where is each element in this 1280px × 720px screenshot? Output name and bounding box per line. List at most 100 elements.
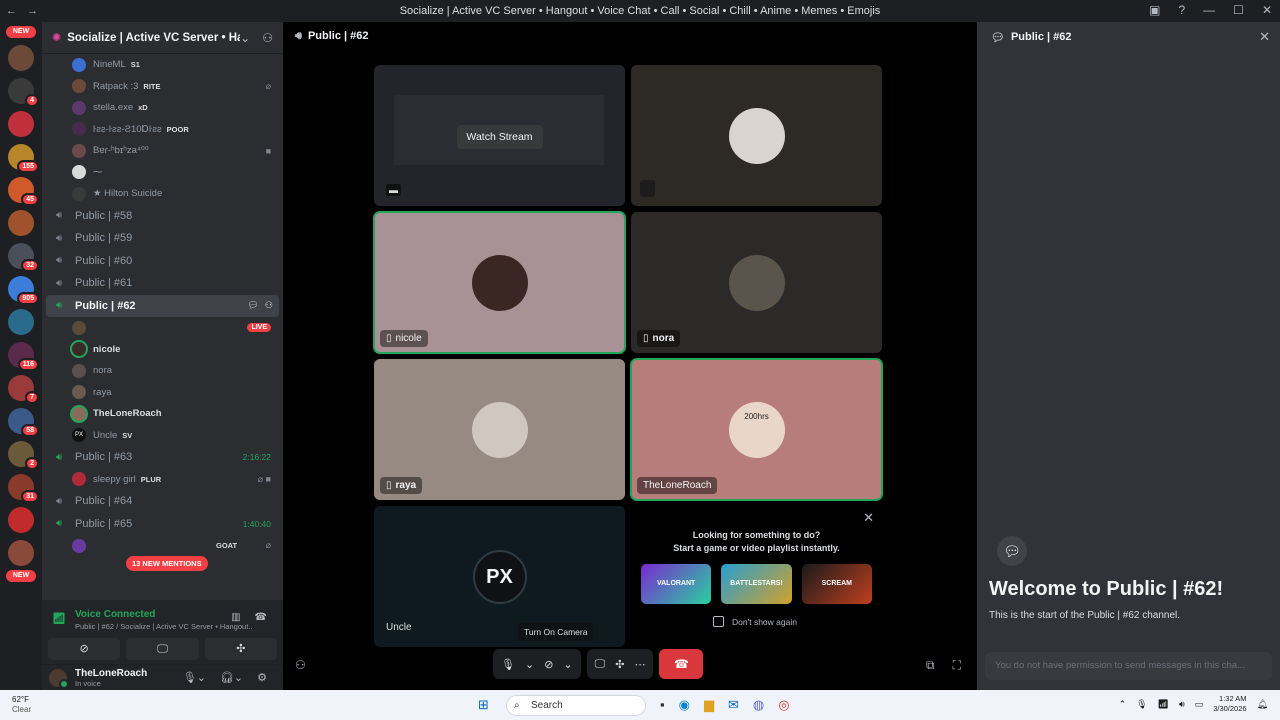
clock[interactable]: 1:32 AM 3/30/2026 <box>1213 694 1246 714</box>
chevron-up-icon[interactable]: ⌃ <box>1119 699 1127 710</box>
server-icon[interactable] <box>8 507 34 533</box>
more-options-icon[interactable]: ⋯ <box>634 658 645 671</box>
server-icon[interactable]: 4 <box>8 78 39 107</box>
participant-tile-raya[interactable]: ▯ raya <box>374 359 625 500</box>
settings-gear-icon[interactable]: ⚙ <box>257 671 267 684</box>
voice-user[interactable]: stella.exe xD <box>42 97 283 119</box>
voice-user[interactable]: nicole <box>42 339 283 361</box>
chat-icon[interactable]: 💬︎ <box>247 300 258 311</box>
chrome-icon[interactable]: ◎ <box>778 697 789 713</box>
voice-channel-59[interactable]: 🔊︎ Public | #59 <box>46 227 279 250</box>
mail-icon[interactable]: ✉ <box>728 697 739 713</box>
checkbox[interactable] <box>713 616 724 627</box>
server-icon[interactable] <box>8 111 34 137</box>
watch-stream-button[interactable]: Watch Stream <box>456 125 543 149</box>
taskbar-search[interactable]: Search <box>506 695 646 716</box>
voice-location[interactable]: Public | #62 / Socialize | Active VC Ser… <box>75 622 253 631</box>
discord-icon[interactable]: ◍ <box>753 697 764 713</box>
volume-icon[interactable]: 🔊︎ <box>1179 699 1185 710</box>
participant-tile-nora[interactable]: ▯ nora <box>631 212 882 353</box>
notification-icon[interactable]: 🔔︎ <box>1257 699 1268 710</box>
voice-user[interactable]: raya <box>42 382 283 404</box>
server-icon[interactable] <box>8 309 34 335</box>
screen-share-button[interactable]: 🖵︎ <box>126 638 199 660</box>
pop-out-icon[interactable]: ⧉ <box>926 658 935 673</box>
voice-channel-62[interactable]: 🔊︎ Public | #62 💬︎ ⚇ <box>46 294 279 317</box>
participant-tile-theloneroach[interactable]: 200hrs TheLoneRoach <box>630 358 883 501</box>
server-icon[interactable] <box>8 45 34 71</box>
participant-tile-nicole[interactable]: ▯ nicole <box>373 211 626 354</box>
user-info[interactable]: TheLoneRoach In voice <box>75 668 147 688</box>
wifi-icon[interactable]: 📶︎ <box>1158 699 1169 710</box>
voice-user[interactable]: LIVE <box>42 317 283 339</box>
server-icon[interactable]: 155 <box>8 144 39 173</box>
minimize-icon[interactable]: — <box>1203 3 1215 17</box>
message-input[interactable]: You do not have permission to send messa… <box>985 652 1272 680</box>
back-arrow-icon[interactable]: ← <box>6 5 17 17</box>
voice-user[interactable]: Ratpack :3 RITE ⌀ <box>42 76 283 98</box>
voice-channel-60[interactable]: 🔊︎ Public | #60 <box>46 250 279 273</box>
noise-suppression-icon[interactable]: ▥ <box>231 612 240 623</box>
new-pill[interactable]: NEW <box>6 26 36 38</box>
fullscreen-icon[interactable]: ⛶ <box>953 658 961 673</box>
voice-connected-label[interactable]: Voice Connected <box>75 609 155 620</box>
server-icon[interactable]: 116 <box>8 342 39 371</box>
disconnect-button[interactable]: ☎ <box>659 649 704 679</box>
voice-user[interactable]: ⁓ <box>42 162 283 184</box>
chevron-down-icon[interactable]: ⌄ <box>563 658 572 671</box>
voice-user[interactable]: sleepy girl PLUR ⌀ ■ <box>42 469 283 491</box>
camera-off-icon[interactable]: ⊘ <box>544 658 553 671</box>
voice-user[interactable]: ★ Hilton Suicide <box>42 183 283 205</box>
voice-user[interactable]: ŀƨƨ-ŀƨƨ-Ƨ10Ɒŀƨƨ POOR <box>42 119 283 141</box>
stream-tile[interactable]: Watch Stream ▬ <box>374 65 625 206</box>
chevron-down-icon[interactable]: ⌄ <box>525 658 534 671</box>
voice-channel-61[interactable]: 🔊︎ Public | #61 <box>46 272 279 295</box>
file-manager-icon[interactable]: ▪ <box>660 697 665 713</box>
close-icon[interactable]: ✕ <box>863 510 874 526</box>
microphone-icon[interactable]: 🎙︎ <box>1136 699 1147 710</box>
user-avatar[interactable] <box>49 668 69 689</box>
close-icon[interactable]: ✕ <box>1262 3 1272 17</box>
voice-user[interactable]: NineML S1 <box>42 54 283 76</box>
weather-widget[interactable]: 62°F Clear <box>12 695 31 715</box>
activity-card[interactable]: VALORANT <box>641 564 712 604</box>
invite-to-call-icon[interactable]: ⚇ <box>295 658 306 672</box>
forward-arrow-icon[interactable]: → <box>27 5 38 17</box>
activity-card[interactable]: BATTLESTARS! <box>721 564 792 604</box>
server-header[interactable]: ✺ Socialize | Active VC Server • Han... … <box>42 22 283 54</box>
server-icon[interactable]: 7 <box>8 375 39 404</box>
server-icon[interactable] <box>8 540 34 566</box>
microphone-icon[interactable]: 🎙︎ <box>501 658 515 671</box>
participant-tile[interactable] <box>631 65 882 206</box>
close-icon[interactable]: ✕ <box>1259 29 1270 45</box>
help-icon[interactable]: ? <box>1178 3 1185 17</box>
new-pill[interactable]: NEW <box>6 570 36 582</box>
voice-channel-64[interactable]: 🔊︎ Public | #64 <box>46 490 279 513</box>
maximize-icon[interactable]: ☐ <box>1233 3 1244 17</box>
windows-start-icon[interactable]: ⊞ <box>478 697 489 713</box>
activities-button[interactable]: ✣ <box>204 638 277 660</box>
microphone-icon[interactable]: 🎙︎⌄ <box>183 671 206 684</box>
server-icon[interactable]: 45 <box>8 177 39 206</box>
voice-user[interactable]: nora <box>42 360 283 382</box>
disconnect-icon[interactable]: ☎ <box>255 612 267 623</box>
folder-icon[interactable]: ▆ <box>704 697 714 713</box>
server-icon[interactable]: 32 <box>8 243 39 272</box>
headphones-icon[interactable]: 🎧︎⌄ <box>220 671 243 684</box>
server-icon[interactable]: 31 <box>8 474 39 503</box>
voice-channel-58[interactable]: 🔊︎ Public | #58 <box>46 205 279 228</box>
signal-icon[interactable]: 📶︎ <box>52 612 66 625</box>
voice-channel-63[interactable]: 🔊︎ Public | #63 2:16:22 <box>46 446 279 469</box>
battery-icon[interactable]: ▭ <box>1195 699 1204 710</box>
inbox-icon[interactable]: ▣ <box>1149 3 1160 17</box>
invite-icon[interactable]: ⚇ <box>265 300 273 311</box>
voice-user[interactable]: GOAT ⌀ <box>42 535 283 557</box>
voice-user[interactable]: PX Uncle SV <box>42 425 283 447</box>
voice-channel-65[interactable]: 🔊︎ Public | #65 1:40:40 <box>46 513 279 536</box>
server-icon[interactable] <box>8 210 34 236</box>
screen-share-icon[interactable]: 🖵︎ <box>595 658 606 671</box>
server-icon[interactable]: 2 <box>8 441 39 470</box>
activity-card[interactable]: SCREAM <box>801 564 872 604</box>
voice-user[interactable]: TheLoneRoach <box>42 403 283 425</box>
edge-browser-icon[interactable]: ◉ <box>679 697 690 713</box>
